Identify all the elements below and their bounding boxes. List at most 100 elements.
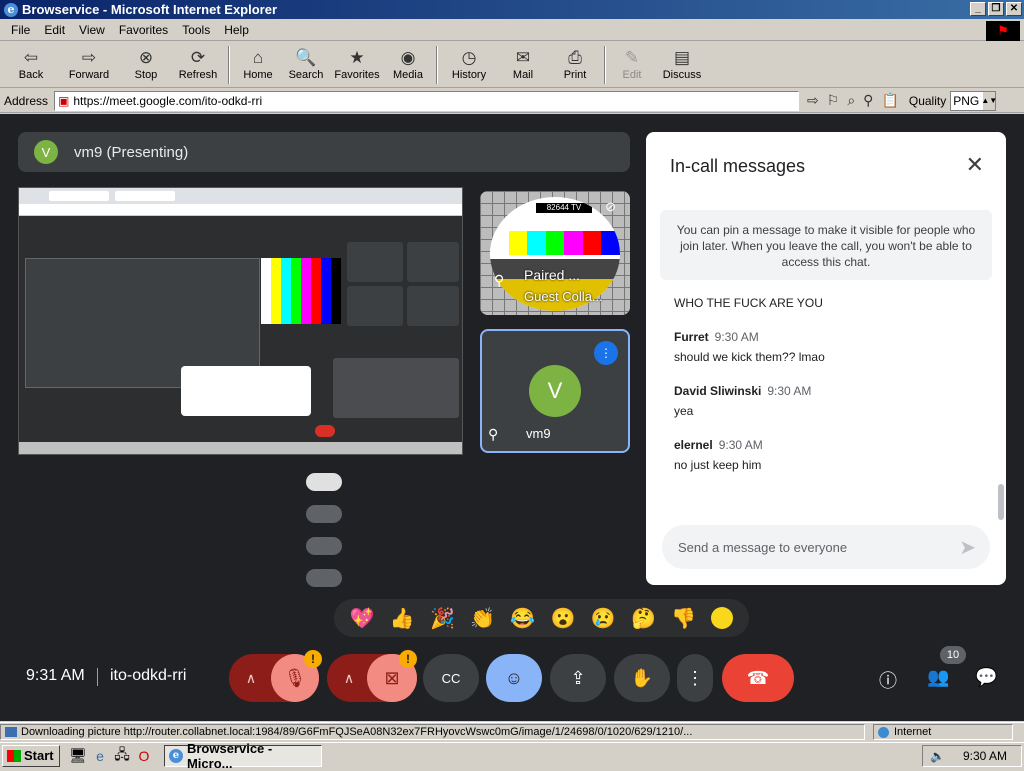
reaction-6[interactable]: 😢: [591, 606, 616, 631]
ie-logo-icon: e: [4, 2, 18, 17]
pin-note: You can pin a message to make it visible…: [660, 210, 992, 280]
nested-chat: [333, 358, 459, 418]
chat-message: David Sliwinski 9:30 AM yea: [674, 384, 984, 418]
sender-name: Furret: [674, 330, 709, 344]
bookmark-icon[interactable]: ⚐: [827, 92, 840, 109]
mail-icon: ✉: [515, 48, 531, 67]
chat-input[interactable]: Send a message to everyone ➤: [662, 525, 990, 569]
camera-options-button[interactable]: ∧: [327, 654, 371, 702]
participant-tile-vm9[interactable]: ⋮ V ⚲ vm9: [480, 329, 630, 453]
more-vert-icon: ⋮: [686, 667, 704, 688]
info-icon[interactable]: ⓘ: [879, 667, 897, 693]
skin-tone-button[interactable]: [711, 607, 734, 629]
menu-view[interactable]: View: [79, 23, 105, 37]
spinner-icon[interactable]: ▲▼: [981, 91, 997, 110]
send-icon[interactable]: ➤: [959, 535, 976, 560]
nested-tile: [407, 242, 459, 282]
hang-up-icon: ☎: [746, 667, 770, 688]
status-text: Downloading picture http://router.collab…: [0, 723, 865, 740]
mic-options-button[interactable]: ∧: [229, 654, 273, 702]
nested-tile: [347, 286, 403, 326]
nested-tile: [407, 286, 459, 326]
chat-icon[interactable]: 💬: [975, 667, 997, 688]
divider: [97, 668, 98, 686]
presenting-title: vm9 (Presenting): [74, 143, 189, 161]
windows-logo-icon: ⚑: [986, 21, 1020, 41]
opera-icon[interactable]: O: [136, 748, 152, 764]
captions-icon: CC: [441, 670, 461, 686]
minimize-button[interactable]: _: [970, 2, 986, 16]
message-text: yea: [674, 404, 694, 418]
task-label: Browservice - Micro...: [186, 740, 273, 771]
go-arrow-icon[interactable]: ⇨: [807, 92, 819, 109]
toolbar-label: Discuss: [662, 69, 702, 81]
menu-file[interactable]: File: [11, 23, 30, 37]
raise-hand-button[interactable]: ✋: [614, 654, 670, 702]
chat-input-placeholder: Send a message to everyone: [678, 539, 848, 555]
taskbar-item-browservice[interactable]: e Browservice - Micro...: [164, 741, 322, 771]
menu-help[interactable]: Help: [224, 23, 249, 37]
search-button[interactable]: 🔍 Search: [282, 42, 330, 86]
close-icon[interactable]: ✕: [966, 152, 984, 178]
mic-warning-icon: !: [304, 650, 322, 668]
reaction-3[interactable]: 👏: [470, 606, 495, 631]
people-icon[interactable]: 👥: [927, 667, 949, 688]
nested-controls: [19, 422, 462, 440]
menu-tools[interactable]: Tools: [182, 23, 210, 37]
media-button[interactable]: ◉ Media: [384, 42, 432, 86]
chat-scrollbar[interactable]: [998, 484, 1004, 520]
more-options-button[interactable]: ⋮: [677, 654, 713, 702]
mail-button[interactable]: ✉ Mail: [496, 42, 550, 86]
media-icon: ◉: [400, 48, 416, 67]
emoji-button[interactable]: ☺: [486, 654, 542, 702]
reaction-5[interactable]: 😮: [551, 606, 576, 631]
forward-button[interactable]: ⇨ Forward: [58, 42, 120, 86]
home-button[interactable]: ⌂ Home: [234, 42, 282, 86]
reaction-1[interactable]: 👍: [390, 606, 415, 631]
history-button[interactable]: ◷ History: [442, 42, 496, 86]
maximize-button[interactable]: ❐: [988, 2, 1004, 16]
network-icon[interactable]: 🖧: [114, 746, 130, 764]
reaction-8[interactable]: 👎: [671, 606, 696, 631]
stop-button[interactable]: ⊗ Stop: [120, 42, 172, 86]
zoom-icon[interactable]: ⚲: [863, 92, 873, 109]
favorites-button[interactable]: ★ Favorites: [330, 42, 384, 86]
address-input[interactable]: ▣ https://meet.google.com/ito-odkd-rri: [54, 90, 800, 111]
pin-icon[interactable]: ⚲: [494, 272, 504, 289]
show-desktop-icon[interactable]: 🖥: [69, 747, 87, 764]
quality-label: Quality: [908, 93, 947, 108]
captions-button[interactable]: CC: [423, 654, 479, 702]
toolbar-label: Favorites: [334, 69, 380, 81]
participant-tile-tv[interactable]: 82644 TV Paired ... Guest Colla... ⚲ ⊘: [480, 191, 630, 315]
ie-quicklaunch-icon[interactable]: e: [92, 748, 108, 764]
volume-icon[interactable]: 🔈: [930, 749, 945, 763]
message-text: no just keep him: [674, 458, 762, 472]
discuss-button[interactable]: ▤ Discuss: [654, 42, 710, 86]
reaction-0[interactable]: 💖: [350, 606, 375, 631]
print-button[interactable]: ⎙ Print: [550, 42, 600, 86]
reaction-4[interactable]: 😂: [510, 606, 535, 631]
nested-tile: [347, 242, 403, 282]
pin-icon[interactable]: ⚲: [488, 426, 498, 443]
close-window-button[interactable]: ✕: [1006, 2, 1022, 16]
back-button[interactable]: ⇦ Back: [4, 42, 58, 86]
vm9-name: vm9: [526, 426, 551, 441]
reaction-2[interactable]: 🎉: [430, 606, 455, 631]
clipboard-icon[interactable]: 📋: [881, 92, 898, 109]
menu-edit[interactable]: Edit: [44, 23, 65, 37]
reaction-7[interactable]: 🤔: [631, 606, 656, 631]
quick-launch: 🖥 e 🖧 O: [69, 746, 152, 764]
message-sender: David Sliwinski 9:30 AM: [674, 384, 984, 398]
refresh-button[interactable]: ⟳ Refresh: [172, 42, 224, 86]
quality-select[interactable]: PNG ▲▼: [950, 90, 997, 111]
hand-icon: ✋: [630, 667, 654, 688]
present-button[interactable]: ⇪: [550, 654, 606, 702]
end-call-button[interactable]: ☎: [722, 654, 794, 702]
present-icon: ⇪: [570, 667, 586, 688]
edit-button[interactable]: ✎ Edit: [610, 42, 654, 86]
forward-arrow-icon: ⇨: [81, 48, 97, 67]
toolbar-label: Media: [393, 69, 423, 81]
menu-favorites[interactable]: Favorites: [119, 23, 168, 37]
start-button[interactable]: Start: [2, 744, 60, 767]
find-icon[interactable]: ⌕: [847, 92, 855, 109]
